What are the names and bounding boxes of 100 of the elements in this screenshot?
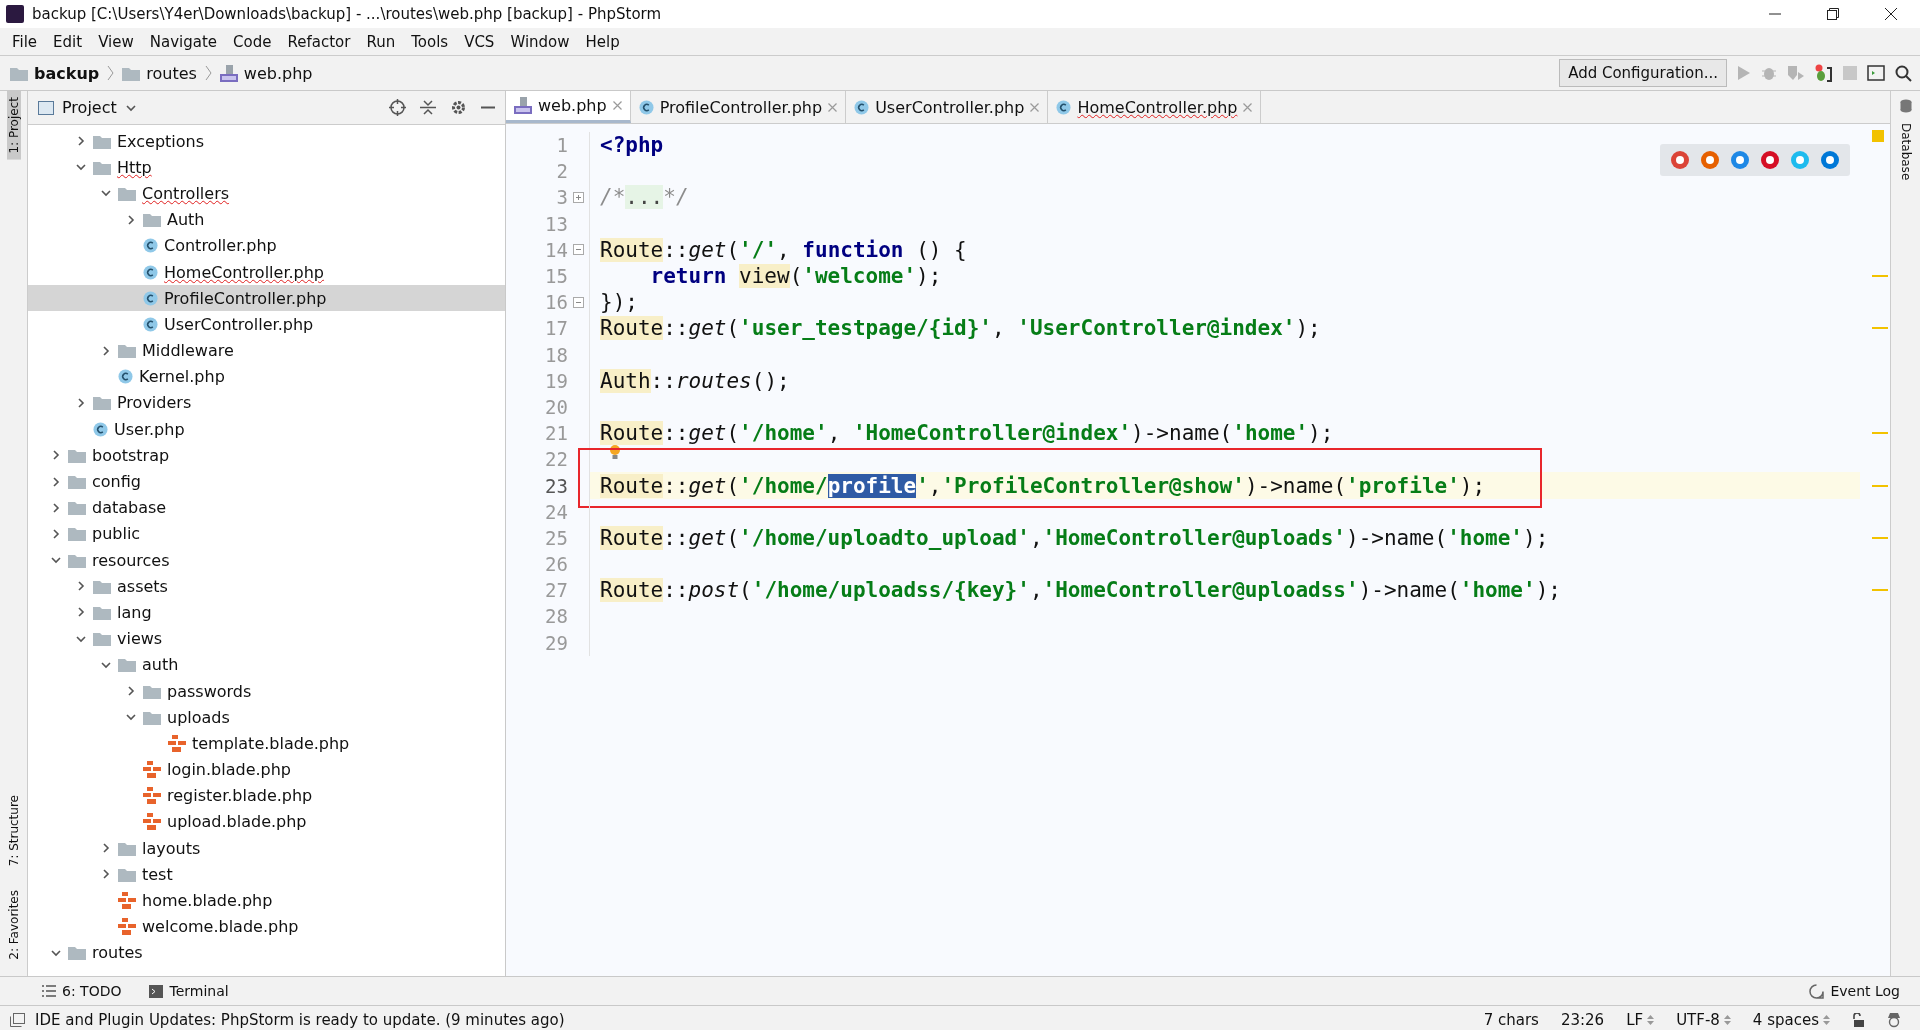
chevron-right-icon[interactable] <box>50 527 62 540</box>
tree-item[interactable]: lang <box>28 599 505 626</box>
warning-marker[interactable] <box>1872 484 1888 487</box>
tree-item[interactable]: resources <box>28 547 505 574</box>
settings-icon[interactable] <box>450 99 467 116</box>
close-icon[interactable] <box>1885 8 1897 20</box>
chevron-right-icon[interactable] <box>125 213 137 226</box>
collapse-icon[interactable] <box>420 99 436 116</box>
fold-marker-icon[interactable] <box>573 244 584 256</box>
browser-icon[interactable] <box>1670 150 1690 170</box>
tool-window-tab[interactable]: 1: Project <box>6 91 21 160</box>
warning-marker[interactable] <box>1872 589 1888 592</box>
browser-icon[interactable] <box>1700 150 1720 170</box>
tree-item[interactable]: layouts <box>28 835 505 862</box>
window-icon[interactable] <box>1867 65 1885 81</box>
chevron-right-icon[interactable] <box>75 606 87 619</box>
chevron-right-icon[interactable] <box>75 135 87 148</box>
tree-item[interactable]: home.blade.php <box>28 887 505 914</box>
breadcrumb-item[interactable]: routes <box>122 63 197 83</box>
browser-icon[interactable] <box>1730 150 1750 170</box>
editor-tab[interactable]: HomeController.php <box>1048 91 1262 123</box>
menu-item[interactable]: Refactor <box>279 32 359 51</box>
tree-item[interactable]: UserController.php <box>28 311 505 338</box>
menu-item[interactable]: View <box>90 32 142 51</box>
add-configuration-button[interactable]: Add Configuration... <box>1559 59 1727 87</box>
status-item[interactable]: UTF-8 <box>1676 1011 1731 1029</box>
status-message[interactable]: IDE and Plugin Updates: PhpStorm is ready to update. (9 minutes ago) <box>35 1011 565 1029</box>
search-icon[interactable] <box>1895 64 1912 82</box>
warning-marker[interactable] <box>1872 536 1888 539</box>
fold-marker-icon[interactable] <box>573 191 584 203</box>
menu-item[interactable]: Help <box>577 32 628 51</box>
chevron-right-icon[interactable] <box>75 396 87 409</box>
tree-item[interactable]: auth <box>28 651 505 678</box>
menu-item[interactable]: Edit <box>45 32 91 51</box>
lightbulb-icon[interactable] <box>609 444 621 461</box>
tree-item[interactable]: ProfileController.php <box>28 285 505 312</box>
menu-item[interactable]: Window <box>502 32 578 51</box>
tool-window-tab[interactable]: 2: Favorites <box>6 884 21 966</box>
tree-item[interactable]: Controllers <box>28 180 505 207</box>
tree-item[interactable]: Auth <box>28 206 505 233</box>
tree-item[interactable]: passwords <box>28 677 505 705</box>
tree-item[interactable]: welcome.blade.php <box>28 913 505 940</box>
menu-item[interactable]: Navigate <box>141 32 226 51</box>
tree-item[interactable]: test <box>28 861 505 888</box>
status-item[interactable]: 4 spaces <box>1752 1011 1830 1029</box>
browser-icon[interactable] <box>1760 150 1780 170</box>
tree-item[interactable]: Middleware <box>28 337 505 364</box>
up-down-arrows-icon[interactable] <box>1823 1014 1830 1026</box>
crosshair-icon[interactable] <box>389 99 406 116</box>
menu-item[interactable]: Run <box>358 32 404 51</box>
database-icon[interactable] <box>1899 99 1912 113</box>
tree-item[interactable]: Controller.php <box>28 232 505 259</box>
chevron-right-icon[interactable] <box>100 344 112 357</box>
warning-marker[interactable] <box>1872 432 1888 435</box>
panel-title[interactable]: Project <box>62 98 117 117</box>
warning-marker[interactable] <box>1872 327 1888 330</box>
browser-icon[interactable] <box>1820 150 1840 170</box>
unlock-icon[interactable] <box>1852 1013 1864 1027</box>
tree-item[interactable]: config <box>28 468 505 495</box>
chevron-right-icon[interactable] <box>100 868 112 881</box>
todo-tab[interactable]: 6: TODO <box>42 983 122 999</box>
status-item[interactable]: 23:26 <box>1560 1011 1605 1029</box>
status-item[interactable]: 7 chars <box>1483 1011 1539 1029</box>
tree-item[interactable]: Kernel.php <box>28 363 505 390</box>
close-tab-icon[interactable] <box>612 101 622 110</box>
tree-item[interactable]: Http <box>28 154 505 181</box>
tree-item[interactable]: public <box>28 520 505 547</box>
menu-item[interactable]: File <box>4 32 46 51</box>
tree-item[interactable]: HomeController.php <box>28 258 505 286</box>
chevron-right-icon[interactable] <box>125 685 137 698</box>
tree-item[interactable]: database <box>28 494 505 521</box>
tree-item[interactable]: upload.blade.php <box>28 808 505 836</box>
editor-tab[interactable]: ProfileController.php <box>630 91 847 123</box>
tree-item[interactable]: Exceptions <box>28 128 505 155</box>
status-item[interactable]: LF <box>1626 1011 1655 1029</box>
chevron-right-icon[interactable] <box>50 475 62 488</box>
menu-item[interactable]: VCS <box>456 32 503 51</box>
event-log-tab[interactable]: Event Log <box>1809 983 1900 999</box>
warning-marker[interactable] <box>1872 275 1888 278</box>
restore-icon[interactable] <box>1827 8 1839 20</box>
tree-item[interactable]: assets <box>28 573 505 600</box>
up-down-arrows-icon[interactable] <box>1647 1014 1655 1026</box>
fold-marker-icon[interactable] <box>573 296 584 308</box>
breadcrumb-item[interactable]: web.php <box>219 63 313 83</box>
tree-item[interactable]: views <box>28 625 505 652</box>
chevron-right-icon[interactable] <box>50 449 62 462</box>
menu-item[interactable]: Code <box>225 32 280 51</box>
tree-item[interactable]: User.php <box>28 416 505 443</box>
menu-item[interactable]: Tools <box>403 32 457 51</box>
chevron-right-icon[interactable] <box>100 842 112 855</box>
chevron-right-icon[interactable] <box>50 501 62 514</box>
frame-icon[interactable] <box>10 1013 25 1027</box>
chevron-right-icon[interactable] <box>75 580 87 593</box>
tree-item[interactable]: bootstrap <box>28 442 505 469</box>
tree-item[interactable]: routes <box>28 939 505 966</box>
editor-tab[interactable]: UserController.php <box>846 91 1049 123</box>
up-down-arrows-icon[interactable] <box>1723 1014 1731 1026</box>
editor-tab[interactable]: web.php <box>506 91 631 123</box>
breadcrumb-item[interactable]: backup <box>10 63 100 83</box>
tree-item[interactable]: register.blade.php <box>28 782 505 809</box>
